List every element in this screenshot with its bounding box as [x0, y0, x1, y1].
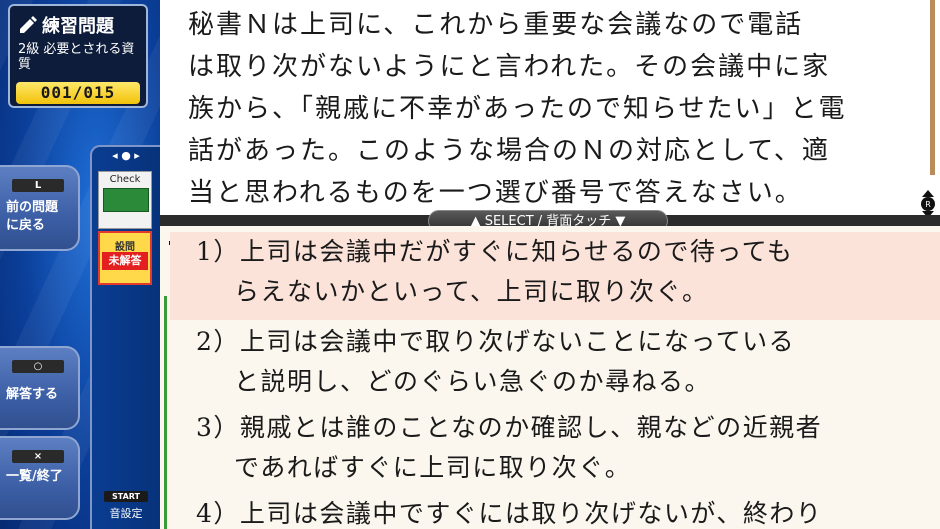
answer-line: であればすぐに上司に取り次ぐ。 — [234, 453, 632, 482]
question-line: 族から、「親戚に不幸があったので知らせたい」と電 — [188, 94, 847, 124]
status-badge: 設問 未解答 — [98, 231, 152, 285]
answer-line: と説明し、どのぐらい急ぐのか尋ねる。 — [234, 367, 712, 396]
answer-line: 1）上司は会議中だがすぐに知らせるので待っても — [196, 237, 794, 266]
answer-button[interactable]: ○ 解答する — [0, 346, 80, 430]
check-button[interactable]: Check — [98, 171, 152, 229]
answer-line: 3）親戚とは誰のことなのか確認し、親などの近親者 — [196, 413, 823, 442]
question-text: 秘書Ｎは上司に、これから重要な会議なので電話 は取り次がないようにと言われた。そ… — [188, 4, 898, 214]
speech-icon: ◂ ● ▸ — [112, 149, 140, 162]
prev-label-line2: に戻る — [6, 218, 46, 233]
start-key-chip[interactable]: START — [104, 491, 148, 502]
status-small-label: 設問 — [115, 242, 135, 253]
exit-button[interactable]: × 一覧/終了 — [0, 436, 80, 520]
app-title: 練習問題 — [42, 16, 114, 37]
answer-option-4[interactable]: 4）上司は会議中ですぐには取り次げないが、終わり — [170, 494, 940, 529]
answer-option-3[interactable]: 3）親戚とは誰のことなのか確認し、親などの近親者 であればすぐに上司に取り次ぐ。 — [170, 408, 940, 488]
prev-question-button[interactable]: L 前の問題 に戻る — [0, 165, 80, 251]
question-line: 話があった。このような場合のＮの対応として、適 — [188, 136, 830, 166]
screen: 練習問題 2級 必要とされる資質 001/015 L 前の問題 に戻る ○ 解答… — [0, 0, 940, 529]
check-label: Check — [109, 174, 141, 185]
cross-key-chip: × — [12, 450, 64, 463]
status-main-label: 未解答 — [102, 252, 148, 270]
answer-option-1[interactable]: 1）上司は会議中だがすぐに知らせるので待っても らえないかといって、上司に取り次… — [170, 232, 940, 320]
left-panel: 練習問題 2級 必要とされる資質 001/015 L 前の問題 に戻る ○ 解答… — [0, 0, 160, 529]
question-line: 秘書Ｎは上司に、これから重要な会議なので電話 — [188, 10, 804, 40]
title-row: 練習問題 — [18, 12, 114, 38]
question-counter: 001/015 — [16, 82, 140, 104]
answer-line: らえないかといって、上司に取り次ぐ。 — [234, 277, 709, 306]
answer-line: 2）上司は会議中で取り次げないことになっている — [196, 327, 796, 356]
l-key-chip: L — [12, 179, 64, 192]
sound-settings-label: 音設定 — [109, 507, 143, 520]
question-line: 当と思われるものを一つ選び番号で答えなさい。 — [188, 178, 803, 208]
subtitle: 2級 必要とされる資質 — [18, 42, 135, 72]
question-line: は取り次がないようにと言われた。その会議中に家 — [188, 52, 831, 82]
pencil-icon — [18, 16, 38, 34]
answer-label: 解答する — [6, 387, 59, 402]
prev-label-line1: 前の問題 — [6, 200, 59, 215]
answers-area: 1）上司は会議中だがすぐに知らせるので待っても らえないかといって、上司に取り次… — [160, 226, 940, 529]
r-button-icon[interactable]: R — [917, 190, 939, 218]
exit-label: 一覧/終了 — [6, 469, 63, 484]
answer-option-2[interactable]: 2）上司は会議中で取り次げないことになっている と説明し、どのぐらい急ぐのか尋ね… — [170, 322, 940, 402]
answer-line: 4）上司は会議中ですぐには取り次げないが、終わり — [196, 499, 823, 528]
circle-key-chip: ○ — [12, 360, 64, 373]
question-scrollbar[interactable] — [930, 0, 935, 175]
check-indicator — [103, 188, 149, 212]
answers-scroll-indicator — [164, 296, 167, 529]
check-column: ◂ ● ▸ Check 設問 未解答 START 音設定 — [90, 145, 160, 529]
question-area: 秘書Ｎは上司に、これから重要な会議なので電話 は取り次がないようにと言われた。そ… — [160, 0, 940, 218]
svg-text:R: R — [925, 200, 931, 209]
title-box: 練習問題 2級 必要とされる資質 001/015 — [8, 4, 148, 108]
